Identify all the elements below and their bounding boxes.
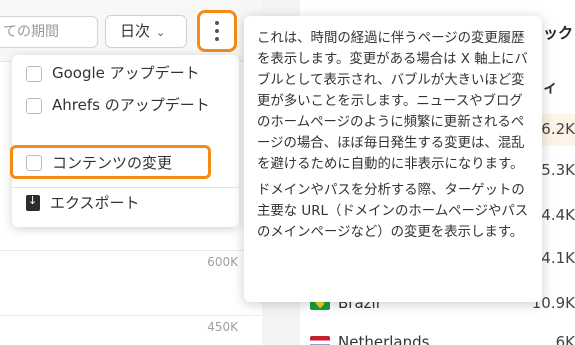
menu-divider — [12, 187, 239, 188]
table-cell-value: 6K — [555, 333, 575, 345]
table-row-country[interactable]: Netherlands — [310, 333, 429, 345]
granularity-label: 日次 — [120, 22, 151, 40]
granularity-select[interactable]: 日次 ⌄ — [105, 15, 187, 48]
menu-item-ahrefs-updates[interactable]: Ahrefs のアップデート — [12, 95, 239, 116]
menu-item-export[interactable]: エクスポート — [12, 193, 239, 213]
y-axis-label: 600K — [207, 255, 238, 269]
gridline — [0, 315, 262, 316]
menu-item-label: Ahrefs のアップデート — [52, 96, 210, 114]
chart-toolbar: ての期間 日次 ⌄ — [0, 0, 262, 62]
highlight-frame — [10, 145, 211, 179]
download-icon — [26, 194, 40, 211]
tooltip-paragraph: ドメインやパスを分析する際、ターゲットの主要な URL（ドメインのホームページや… — [257, 183, 529, 240]
options-menu: Google アップデート Ahrefs のアップデート コンテンツの変更 エク… — [12, 55, 239, 227]
country-name: Netherlands — [338, 333, 430, 345]
checkbox[interactable] — [26, 98, 42, 114]
menu-item-google-updates[interactable]: Google アップデート — [12, 63, 239, 84]
menu-item-label: Google アップデート — [52, 64, 200, 82]
tooltip-paragraph: これは、時間の経過に伴うページの変更履歴を表示します。変更がある場合は X 軸上… — [257, 31, 528, 172]
y-axis-label: 450K — [207, 320, 238, 334]
more-options-button[interactable] — [197, 10, 237, 52]
help-tooltip: これは、時間の経過に伴うページの変更履歴を表示します。変更がある場合は X 軸上… — [244, 16, 542, 302]
chevron-down-icon: ⌄ — [156, 26, 166, 39]
gridline — [0, 250, 262, 251]
menu-item-label: エクスポート — [50, 193, 140, 212]
netherlands-flag-icon — [310, 335, 330, 345]
period-select[interactable]: ての期間 — [0, 16, 98, 48]
checkbox[interactable] — [26, 66, 42, 82]
kebab-icon — [215, 21, 219, 41]
